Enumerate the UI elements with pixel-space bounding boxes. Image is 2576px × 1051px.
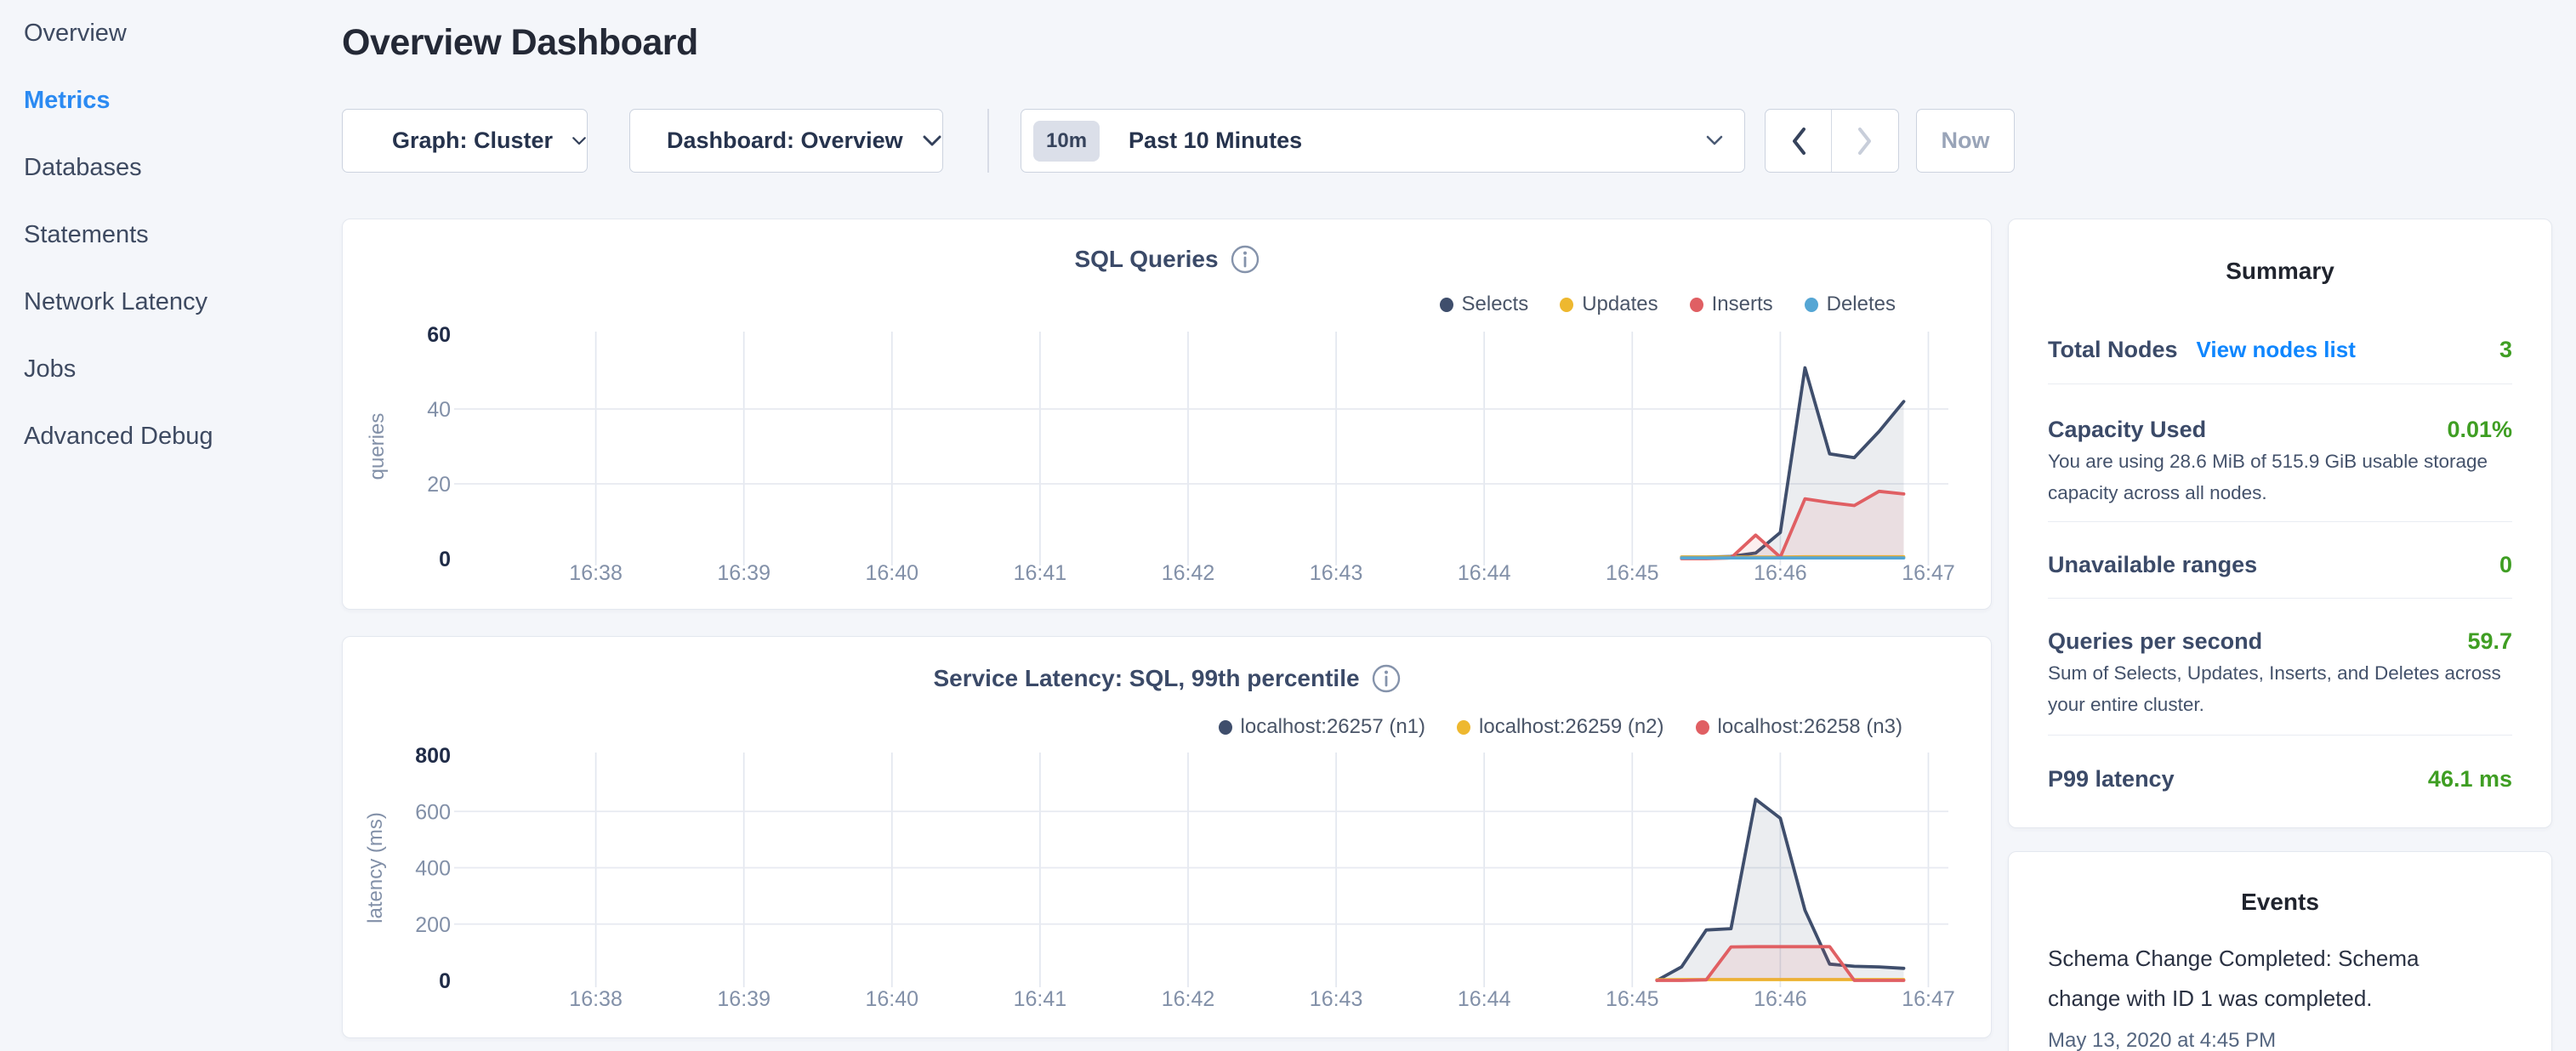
summary-row-capacity-used: Capacity Used 0.01%: [2048, 415, 2512, 444]
summary-row-value: 0: [2499, 552, 2512, 578]
chevron-right-icon: [1856, 126, 1874, 156]
event-timestamp: May 13, 2020 at 4:45 PM: [2048, 1029, 2512, 1051]
y-tick-label: 400: [415, 857, 451, 881]
x-tick-label: 16:44: [1458, 987, 1511, 1011]
chevron-down-icon: [922, 135, 942, 147]
time-step-buttons: [1765, 109, 1899, 173]
summary-row-value: 46.1 ms: [2428, 766, 2512, 793]
graph-scope-dropdown[interactable]: Graph: Cluster: [342, 109, 588, 173]
sidebar-item-databases[interactable]: Databases: [24, 134, 313, 202]
x-tick-label: 16:40: [866, 561, 919, 585]
summary-row-unavailable-ranges: Unavailable ranges 0: [2048, 550, 2512, 579]
next-timespan-button[interactable]: [1832, 110, 1898, 172]
chevron-down-icon: [571, 135, 587, 147]
summary-row-subtext: Sum of Selects, Updates, Inserts, and De…: [2048, 658, 2505, 720]
x-tick-label: 16:45: [1606, 561, 1659, 585]
event-message[interactable]: Schema Change Completed: Schema change w…: [2048, 939, 2432, 1019]
sidebar-item-network-latency[interactable]: Network Latency: [24, 269, 313, 336]
summary-row-value: 3: [2499, 337, 2512, 363]
summary-row-label: Unavailable ranges: [2048, 552, 2257, 578]
chevron-down-icon: [1705, 135, 1724, 146]
sidebar-item-statements[interactable]: Statements: [24, 202, 313, 269]
page-title: Overview Dashboard: [342, 22, 698, 64]
y-tick-label: 600: [415, 800, 451, 824]
x-tick-label: 16:42: [1162, 987, 1215, 1011]
x-tick-label: 16:45: [1606, 987, 1659, 1011]
y-tick-label: 40: [427, 398, 451, 422]
y-axis-unit-label: queries: [366, 413, 389, 480]
x-tick-label: 16:41: [1014, 987, 1067, 1011]
dashboard-dropdown[interactable]: Dashboard: Overview: [629, 109, 943, 173]
summary-row-value: 0.01%: [2447, 417, 2512, 443]
summary-row-label: Capacity Used: [2048, 417, 2206, 443]
summary-row-label: Total Nodes: [2048, 337, 2178, 363]
events-panel-title: Events: [2009, 888, 2551, 917]
x-tick-label: 16:47: [1902, 987, 1955, 1011]
x-tick-label: 16:40: [866, 987, 919, 1011]
sidebar-nav: OverviewMetricsDatabasesStatementsNetwor…: [24, 0, 313, 470]
x-tick-label: 16:38: [569, 561, 623, 585]
summary-divider: [2048, 598, 2512, 599]
service-latency-chart-card: Service Latency: SQL, 99th percentile lo…: [342, 636, 1992, 1038]
sql-queries-plot[interactable]: 16:38 16:39 16:40 16:41 16:42 16:43 16:44 16:45…: [343, 219, 1993, 611]
x-tick-label: 16:42: [1162, 561, 1215, 585]
y-tick-label: 200: [415, 913, 451, 937]
summary-row-label: P99 latency: [2048, 766, 2175, 793]
service-latency-plot[interactable]: 16:38 16:39 16:40 16:41 16:42 16:43 16:44 16:45…: [343, 637, 1993, 1039]
toolbar-divider: [987, 109, 989, 173]
y-tick-label: 0: [439, 548, 451, 571]
summary-divider: [2048, 383, 2512, 384]
x-tick-label: 16:38: [569, 987, 623, 1011]
sidebar-item-overview[interactable]: Overview: [24, 0, 313, 67]
time-range-dropdown[interactable]: 10m Past 10 Minutes: [1021, 109, 1745, 173]
summary-panel-title: Summary: [2009, 257, 2551, 286]
x-tick-label: 16:39: [717, 561, 771, 585]
x-tick-label: 16:43: [1310, 561, 1363, 585]
x-tick-label: 16:41: [1014, 561, 1067, 585]
x-tick-label: 16:46: [1754, 987, 1807, 1011]
events-panel: Events Schema Change Completed: Schema c…: [2008, 851, 2552, 1051]
sidebar-item-metrics[interactable]: Metrics: [24, 67, 313, 134]
now-button[interactable]: Now: [1916, 109, 2015, 173]
x-tick-label: 16:44: [1458, 561, 1511, 585]
summary-row-total-nodes: Total Nodes View nodes list 3: [2048, 335, 2512, 364]
view-nodes-list-link[interactable]: View nodes list: [2197, 337, 2356, 363]
summary-row-queries-per-second: Queries per second 59.7: [2048, 627, 2512, 656]
y-axis-unit-label: latency (ms): [364, 812, 387, 923]
summary-panel: Summary Total Nodes View nodes list 3 Capac…: [2008, 219, 2552, 828]
sidebar-item-advanced-debug[interactable]: Advanced Debug: [24, 403, 313, 470]
time-range-badge: 10m: [1033, 121, 1100, 162]
now-button-label: Now: [1942, 128, 1990, 154]
chevron-left-icon: [1789, 126, 1808, 156]
x-tick-label: 16:47: [1902, 561, 1955, 585]
previous-timespan-button[interactable]: [1766, 110, 1832, 172]
summary-row-subtext: You are using 28.6 MiB of 515.9 GiB usab…: [2048, 446, 2505, 508]
summary-rows: Total Nodes View nodes list 3 Capacity Used…: [2009, 335, 2551, 793]
time-range-label: Past 10 Minutes: [1129, 128, 1302, 154]
summary-row-p99-latency: P99 latency 46.1 ms: [2048, 764, 2512, 793]
x-tick-label: 16:39: [717, 987, 771, 1011]
y-tick-label: 20: [427, 473, 451, 497]
sql-queries-chart-card: SQL Queries SelectsUpdatesInsertsDeletes…: [342, 219, 1992, 610]
graph-dropdown-label: Graph: Cluster: [392, 128, 553, 154]
x-tick-label: 16:46: [1754, 561, 1807, 585]
y-tick-label: 0: [439, 969, 451, 993]
summary-divider: [2048, 735, 2512, 736]
y-tick-label: 60: [427, 323, 451, 347]
x-tick-label: 16:43: [1310, 987, 1363, 1011]
y-tick-label: 800: [415, 744, 451, 768]
sidebar-item-jobs[interactable]: Jobs: [24, 336, 313, 403]
summary-row-value: 59.7: [2467, 628, 2512, 655]
summary-divider: [2048, 521, 2512, 522]
summary-row-label: Queries per second: [2048, 628, 2262, 655]
dashboard-dropdown-label: Dashboard: Overview: [667, 128, 903, 154]
